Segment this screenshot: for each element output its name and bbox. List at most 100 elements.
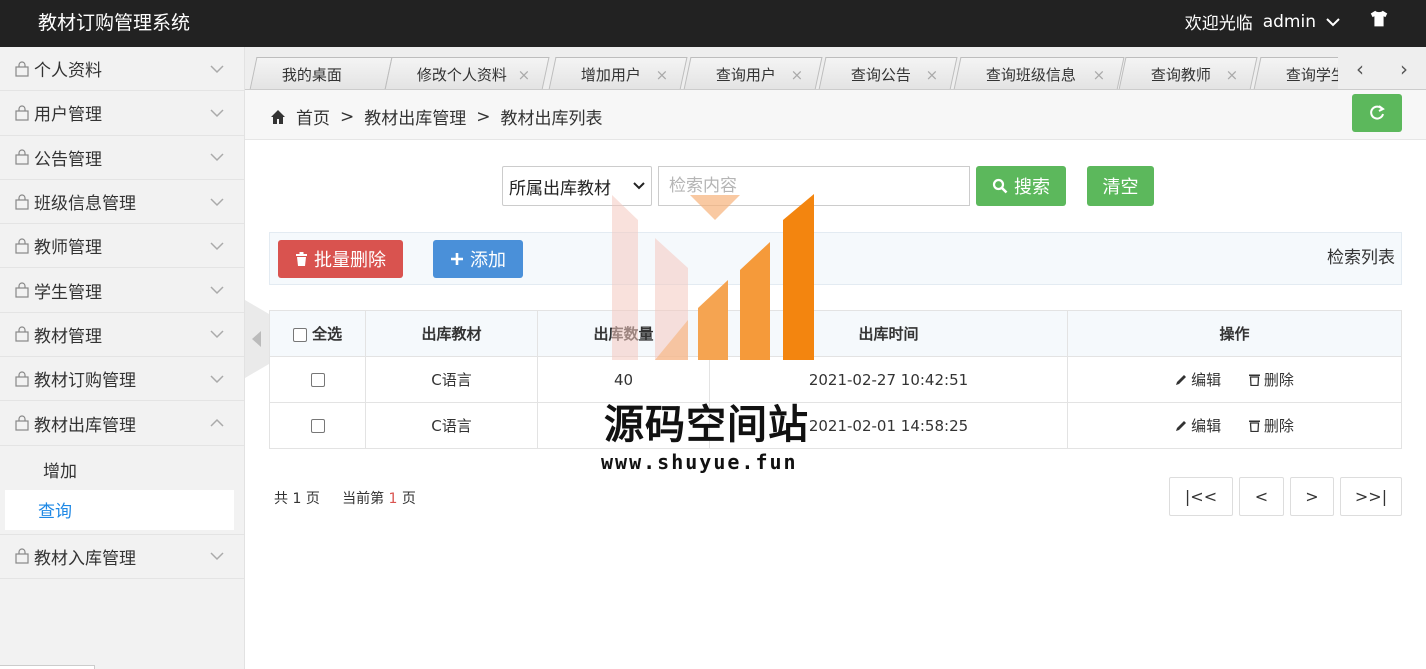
select-all-label: 全选: [312, 325, 343, 343]
close-icon[interactable]: ×: [926, 66, 939, 84]
pager: |<< < > >>|: [1169, 477, 1402, 516]
sidebar-item-classes[interactable]: 班级信息管理: [0, 180, 244, 225]
search-button[interactable]: 搜索: [976, 166, 1066, 206]
close-icon[interactable]: ×: [1093, 66, 1106, 84]
sidebar-collapse-handle[interactable]: [245, 300, 269, 378]
clear-button[interactable]: 清空: [1087, 166, 1154, 206]
tab-query-class[interactable]: 查询班级信息 ×: [953, 57, 1125, 89]
row-checkbox[interactable]: [310, 419, 325, 433]
breadcrumb-separator: >: [476, 106, 491, 127]
next-page-button[interactable]: >: [1290, 477, 1334, 516]
tab-desktop[interactable]: 我的桌面: [249, 57, 393, 89]
last-page-button[interactable]: >>|: [1340, 477, 1402, 516]
chevron-down-icon: [210, 330, 224, 339]
tab-query-notice[interactable]: 查询公告 ×: [818, 57, 958, 89]
search-input[interactable]: [658, 166, 970, 206]
current-page: 1: [388, 491, 398, 507]
sidebar-item-profile[interactable]: 个人资料: [0, 47, 244, 92]
watermark-text: 源码空间站: [604, 402, 809, 448]
collapse-arrow-icon: [252, 331, 261, 347]
bag-icon: [15, 371, 29, 387]
list-caption: 检索列表: [1327, 248, 1395, 268]
close-icon[interactable]: ×: [518, 66, 531, 84]
sidebar-item-books[interactable]: 教材管理: [0, 313, 244, 358]
trash-icon: [1248, 420, 1260, 432]
sidebar-item-notices[interactable]: 公告管理: [0, 136, 244, 180]
sidebar-item-outbound[interactable]: 教材出库管理: [0, 401, 244, 446]
tab-label: 我的桌面: [281, 65, 342, 84]
pencil-icon: [1176, 375, 1187, 385]
app-title: 教材订购管理系统: [38, 12, 191, 34]
sidebar-item-users[interactable]: 用户管理: [0, 91, 244, 136]
submenu-item-add[interactable]: 增加: [5, 450, 234, 490]
sidebar-item-label: 公告管理: [34, 149, 102, 170]
cell-book: C语言: [365, 402, 538, 449]
column-header: 出库时间: [709, 310, 1068, 357]
pencil-icon: [1176, 421, 1187, 431]
delete-label: 删除: [1263, 371, 1294, 389]
total-pages: 1: [292, 491, 302, 507]
delete-button[interactable]: 删除: [1248, 415, 1294, 436]
edit-button[interactable]: 编辑: [1175, 369, 1221, 390]
tab-scroll-right-icon[interactable]: ›: [1389, 57, 1419, 81]
row-select-cell: [269, 402, 366, 449]
current-suffix: 页: [401, 491, 416, 507]
edit-button[interactable]: 编辑: [1175, 415, 1221, 436]
sidebar-item-inbound[interactable]: 教材入库管理: [0, 535, 244, 579]
theme-shirt-icon[interactable]: [1368, 8, 1390, 30]
prev-page-button[interactable]: <: [1239, 477, 1284, 516]
close-icon[interactable]: ×: [656, 66, 669, 84]
select-all-header[interactable]: 全选: [269, 310, 366, 357]
column-header: 出库数量: [537, 310, 710, 357]
sidebar-item-label: 用户管理: [34, 105, 102, 126]
user-menu[interactable]: 欢迎光临 admin: [1185, 9, 1340, 34]
tab-edit-profile[interactable]: 修改个人资料 ×: [384, 57, 550, 89]
chevron-down-icon: [210, 65, 224, 73]
batch-delete-label: 批量删除: [314, 250, 386, 271]
sidebar-item-teachers[interactable]: 教师管理: [0, 224, 244, 269]
total-suffix: 页: [305, 491, 320, 507]
cell-actions: 编辑 删除: [1067, 402, 1402, 449]
add-label: 添加: [470, 250, 506, 271]
breadcrumb-section[interactable]: 教材出库管理: [364, 104, 466, 129]
bag-icon: [15, 149, 29, 165]
top-header: 教材订购管理系统 欢迎光临 admin: [0, 0, 1426, 47]
close-icon[interactable]: ×: [1226, 66, 1239, 84]
chevron-up-icon: [210, 418, 224, 427]
refresh-button[interactable]: [1352, 94, 1402, 132]
select-all-checkbox[interactable]: [292, 327, 307, 342]
breadcrumb-home[interactable]: 首页: [296, 104, 330, 129]
bag-icon: [15, 61, 29, 77]
chevron-down-icon: [210, 109, 224, 117]
search-button-label: 搜索: [1014, 177, 1050, 198]
tab-add-user[interactable]: 增加用户 ×: [548, 57, 688, 89]
first-page-button[interactable]: |<<: [1169, 477, 1233, 516]
chevron-down-icon: [633, 182, 645, 190]
search-field-select[interactable]: 所属出库教材: [502, 166, 652, 206]
welcome-text: 欢迎光临: [1184, 14, 1253, 34]
delete-button[interactable]: 删除: [1248, 369, 1294, 390]
sidebar-item-students[interactable]: 学生管理: [0, 268, 244, 313]
breadcrumb: 首页 > 教材出库管理 > 教材出库列表: [270, 104, 603, 129]
tab-scroll-left-icon[interactable]: ‹: [1345, 57, 1375, 81]
batch-delete-button[interactable]: 批量删除: [278, 240, 403, 278]
chevron-down-icon: [210, 375, 224, 383]
bag-icon: [15, 415, 29, 431]
trash-icon: [1248, 374, 1260, 386]
sidebar: 个人资料 用户管理 公告管理 班级信息管理 教师管理 学生管理 教材管理 教材订…: [0, 47, 245, 669]
table-header-row: 全选 出库教材 出库数量 出库时间 操作: [269, 310, 1402, 357]
cell-actions: 编辑 删除: [1067, 356, 1402, 403]
cell-book: C语言: [365, 356, 538, 403]
sidebar-scrollbar[interactable]: [0, 665, 95, 669]
bag-icon: [15, 238, 29, 254]
sidebar-item-orders[interactable]: 教材订购管理: [0, 357, 244, 402]
add-button[interactable]: 添加: [433, 240, 523, 278]
row-checkbox[interactable]: [310, 373, 325, 387]
bag-icon: [15, 548, 29, 564]
tab-query-teacher[interactable]: 查询教师 ×: [1118, 57, 1258, 89]
tab-query-user[interactable]: 查询用户 ×: [683, 57, 823, 89]
row-select-cell: [269, 356, 366, 403]
submenu-item-query[interactable]: 查询: [5, 489, 234, 530]
close-icon[interactable]: ×: [791, 66, 804, 84]
edit-label: 编辑: [1191, 417, 1222, 435]
